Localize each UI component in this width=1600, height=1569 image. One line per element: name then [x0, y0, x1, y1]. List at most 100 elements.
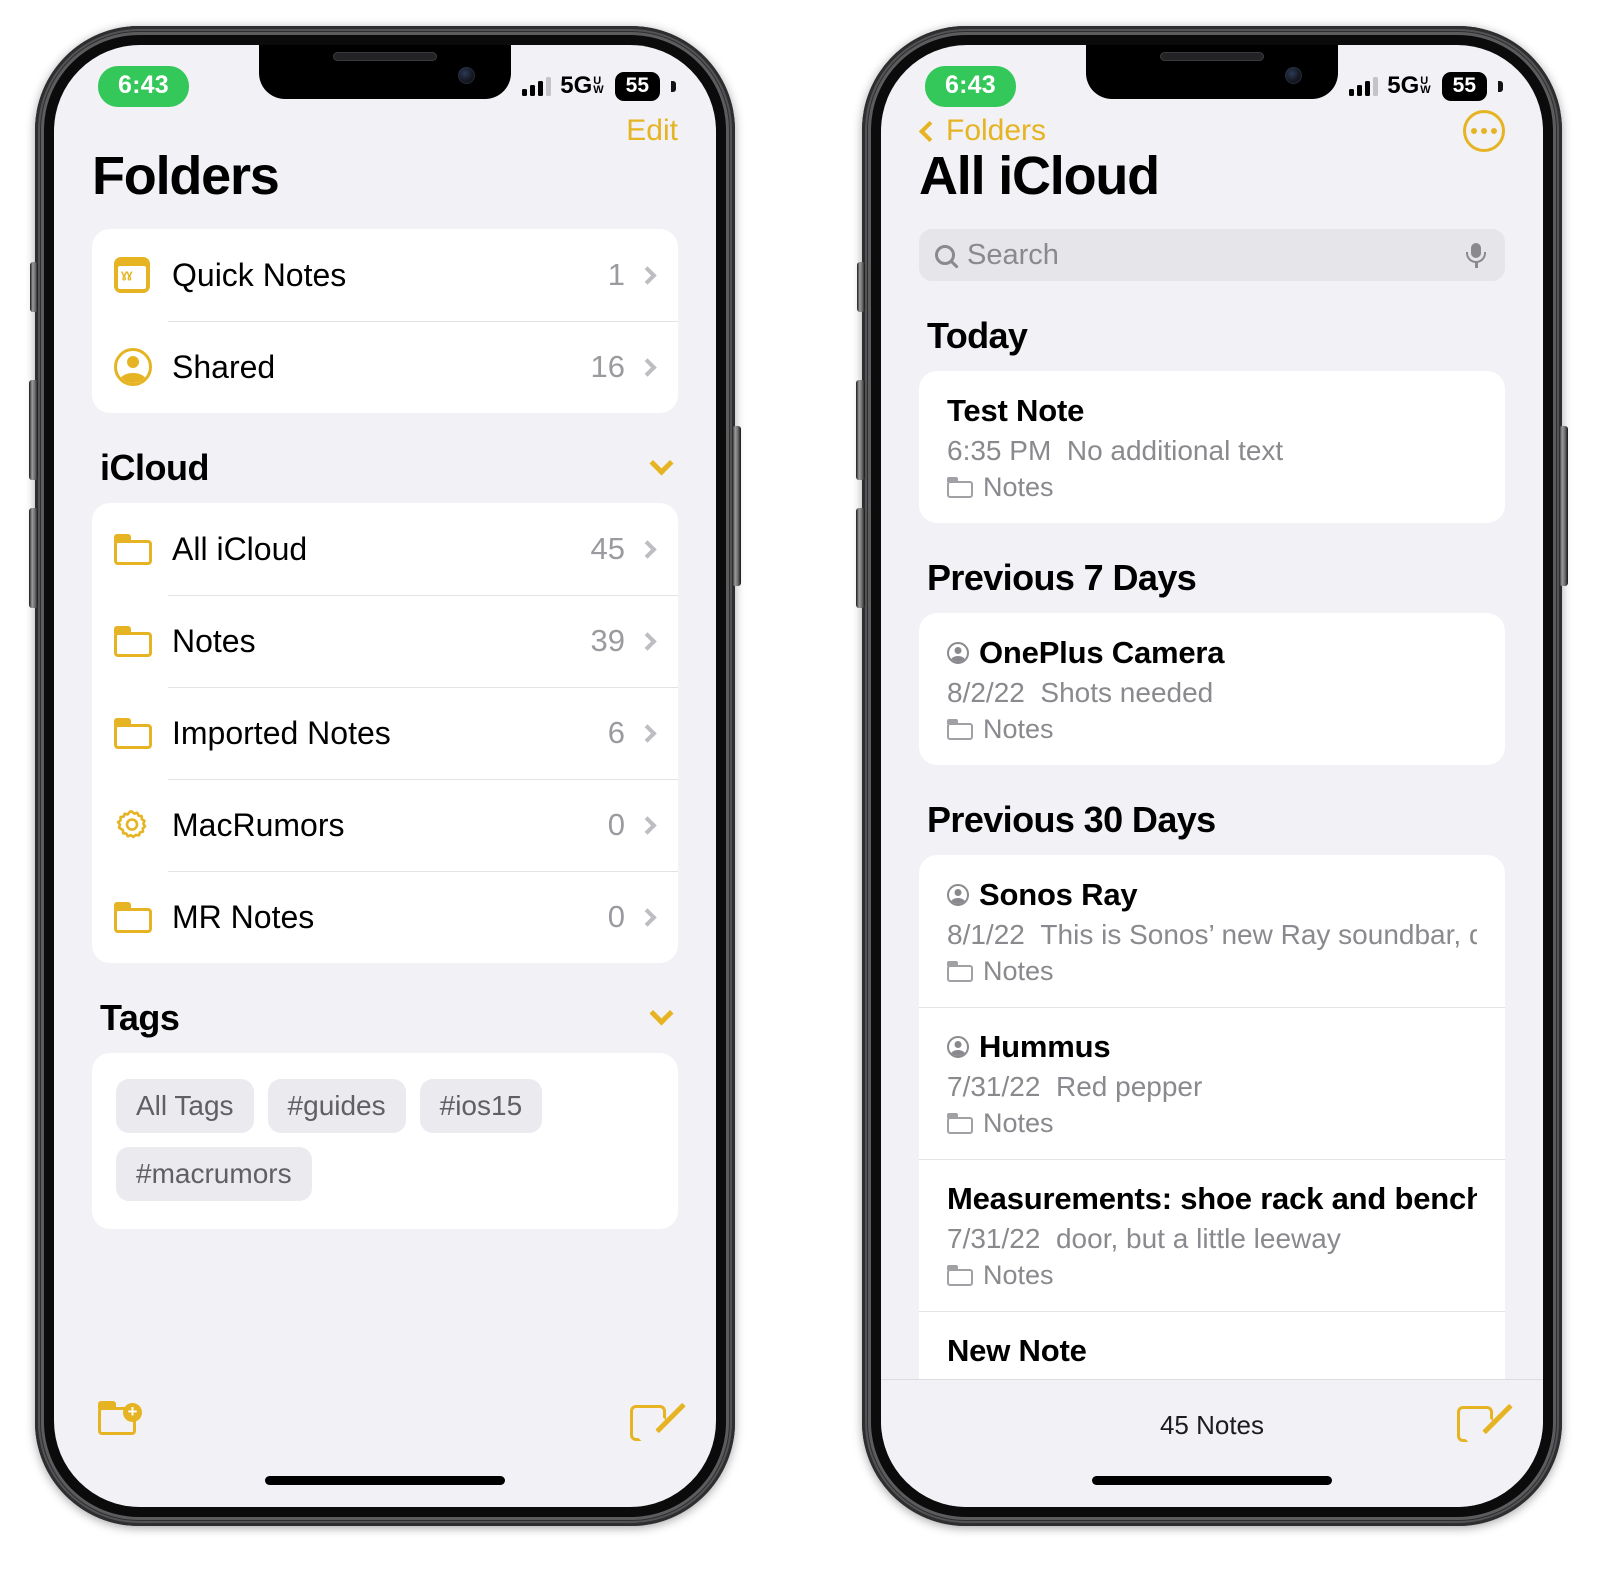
folder-row-macrumors[interactable]: MacRumors 0 — [92, 779, 678, 871]
tag-chip-all-tags[interactable]: All Tags — [116, 1079, 254, 1133]
folder-label: Imported Notes — [172, 714, 391, 751]
power-button[interactable] — [732, 426, 741, 586]
more-circle-icon[interactable] — [1463, 110, 1505, 152]
folder-row-shared[interactable]: Shared 16 — [92, 321, 678, 413]
home-indicator[interactable] — [265, 1476, 505, 1485]
note-row[interactable]: Hummus 7/31/22 Red pepper Notes — [919, 1007, 1505, 1159]
tag-chip-ios15[interactable]: #ios15 — [419, 1079, 543, 1133]
folder-row-all-icloud[interactable]: All iCloud 45 — [92, 503, 678, 595]
folder-label: Notes — [172, 622, 256, 659]
section-header-tags[interactable]: Tags — [54, 963, 716, 1053]
note-title: Test Note — [947, 393, 1085, 428]
compose-icon[interactable] — [1457, 1402, 1513, 1457]
note-title-wrap: Hummus — [947, 1029, 1477, 1065]
note-title-wrap: Sonos Ray — [947, 877, 1477, 913]
gear-icon — [114, 807, 168, 843]
folder-count: 1 — [607, 257, 625, 292]
note-meta: 6:35 PM No additional text — [947, 435, 1477, 467]
tag-chip-macrumors[interactable]: #macrumors — [116, 1147, 312, 1201]
note-date: 7/31/22 — [947, 1071, 1041, 1102]
note-folder: Notes — [947, 1260, 1477, 1291]
note-title-wrap: Test Note — [947, 393, 1477, 429]
screen-right: 6:43 5G U W 55 Folders All iCloud Search… — [881, 45, 1543, 1507]
note-preview: No additional text — [1066, 435, 1284, 466]
folder-row-imported-notes[interactable]: Imported Notes 6 — [92, 687, 678, 779]
status-indicators: 5G U W 55 — [1349, 71, 1503, 101]
folder-label: MR Notes — [172, 898, 315, 935]
folder-icon — [947, 719, 973, 740]
volume-up-button[interactable] — [29, 380, 38, 480]
note-meta: 7/31/22 door, but a little leeway — [947, 1223, 1477, 1255]
network-type-label: 5G U W — [1387, 72, 1430, 100]
network-sub: W — [1420, 84, 1431, 96]
note-folder-label: Notes — [983, 472, 1054, 502]
note-row[interactable]: Test Note 6:35 PM No additional text Not… — [919, 371, 1505, 523]
compose-icon[interactable] — [630, 1401, 686, 1456]
note-row[interactable]: OnePlus Camera 8/2/22 Shots needed Notes — [919, 613, 1505, 765]
search-input[interactable]: Search — [919, 229, 1505, 281]
note-folder-label: Notes — [983, 714, 1054, 744]
note-preview: Shots needed — [1040, 677, 1214, 708]
chevron-right-icon — [638, 907, 657, 927]
note-row[interactable]: New Note 7/30/22 No additional text Note… — [919, 1311, 1505, 1379]
tags-group: All Tags #guides #ios15 #macrumors — [92, 1053, 678, 1229]
folder-row-mr-notes[interactable]: MR Notes 0 — [92, 871, 678, 963]
notes-group-today: Test Note 6:35 PM No additional text Not… — [919, 371, 1505, 523]
page-title: Folders — [92, 146, 280, 206]
tag-list: All Tags #guides #ios15 #macrumors — [92, 1053, 678, 1229]
folder-label: MacRumors — [172, 806, 345, 843]
note-date: 6:35 PM — [947, 435, 1052, 466]
section-title: iCloud — [100, 447, 209, 488]
folder-count: 6 — [607, 715, 625, 750]
note-preview: This is Sonos’ new Ray soundbar, design… — [1040, 919, 1477, 950]
chevron-right-icon — [638, 357, 657, 377]
chevron-down-icon[interactable] — [649, 1001, 674, 1026]
microphone-icon[interactable] — [1463, 242, 1489, 268]
section-header-icloud[interactable]: iCloud — [54, 413, 716, 503]
folder-row-quick-notes[interactable]: Quick Notes 1 — [92, 229, 678, 321]
note-folder: Notes — [947, 472, 1477, 503]
new-folder-icon[interactable]: + — [98, 1401, 142, 1437]
front-camera-icon — [1285, 67, 1302, 84]
home-indicator[interactable] — [1092, 1476, 1332, 1485]
network-uw-icon: U W — [593, 76, 603, 96]
note-title-wrap: Measurements: shoe rack and bench abo… — [947, 1181, 1477, 1217]
edit-button[interactable]: Edit — [626, 114, 678, 148]
chevron-right-icon — [638, 723, 657, 743]
bottom-toolbar-left: + — [54, 1379, 716, 1507]
note-folder-label: Notes — [983, 956, 1054, 986]
chevron-right-icon — [638, 265, 657, 285]
notes-count-label: 45 Notes — [1159, 1410, 1265, 1440]
earpiece-speaker — [333, 52, 437, 61]
search-icon — [935, 245, 955, 265]
folders-screen: Edit Folders Quick Notes 1 — [54, 45, 716, 1507]
silent-switch-button[interactable] — [30, 262, 38, 312]
tag-chip-guides[interactable]: #guides — [267, 1079, 406, 1133]
folder-icon — [947, 961, 973, 982]
volume-down-button[interactable] — [856, 508, 865, 608]
note-row[interactable]: Sonos Ray 8/1/22 This is Sonos’ new Ray … — [919, 855, 1505, 1007]
note-row[interactable]: Measurements: shoe rack and bench abo… 7… — [919, 1159, 1505, 1311]
volume-up-button[interactable] — [856, 380, 865, 480]
section-title-previous-7-days: Previous 7 Days — [927, 557, 1197, 598]
search-placeholder: Search — [967, 238, 1059, 271]
shared-note-icon — [947, 884, 969, 906]
notes-scroll-area[interactable]: Folders All iCloud Search Today Test Not… — [881, 45, 1543, 1379]
bottom-toolbar-right: 45 Notes — [881, 1379, 1543, 1507]
folder-count: 16 — [590, 349, 625, 384]
chevron-right-icon — [638, 631, 657, 651]
folder-label: All iCloud — [172, 530, 308, 567]
back-button[interactable]: Folders — [918, 114, 1046, 148]
volume-down-button[interactable] — [29, 508, 38, 608]
chevron-down-icon[interactable] — [649, 451, 674, 476]
folder-row-notes[interactable]: Notes 39 — [92, 595, 678, 687]
special-folders-group: Quick Notes 1 Shared 16 — [92, 229, 678, 413]
note-preview: door, but a little leeway — [1055, 1223, 1341, 1254]
note-title: Sonos Ray — [979, 877, 1138, 912]
power-button[interactable] — [1559, 426, 1568, 586]
status-time: 6:43 — [98, 65, 189, 107]
silent-switch-button[interactable] — [857, 262, 865, 312]
notes-group-previous-7-days: OnePlus Camera 8/2/22 Shots needed Notes — [919, 613, 1505, 765]
note-folder: Notes — [947, 956, 1477, 987]
folder-count: 45 — [590, 531, 625, 566]
